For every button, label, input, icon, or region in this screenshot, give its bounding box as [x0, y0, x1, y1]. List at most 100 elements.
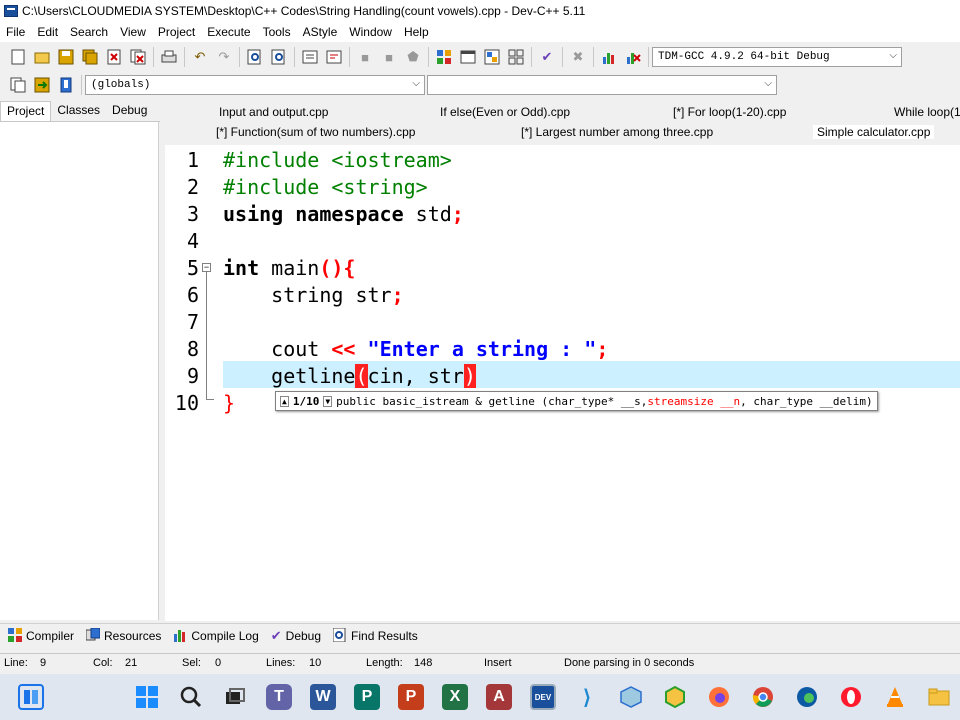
file-tab[interactable]: Input and output.cpp	[219, 105, 328, 119]
run-icon[interactable]	[458, 47, 478, 67]
opera-icon[interactable]	[838, 684, 864, 710]
publisher-icon[interactable]: P	[354, 684, 380, 710]
menu-project[interactable]: Project	[152, 25, 201, 39]
file-tab[interactable]: If else(Even or Odd).cpp	[440, 105, 570, 119]
menu-help[interactable]: Help	[398, 25, 435, 39]
rebuild-icon[interactable]	[506, 47, 526, 67]
word-icon[interactable]: W	[310, 684, 336, 710]
code-editor[interactable]: 1 2 3 4 5 6 7 8 9 10 − #include <iostrea…	[165, 145, 960, 621]
syntax-check-icon[interactable]: ✔	[537, 47, 557, 67]
replace-icon[interactable]	[269, 47, 289, 67]
bottom-panel-tabs: Compiler Resources Compile Log ✔ Debug Fi…	[0, 623, 960, 648]
menu-file[interactable]: File	[0, 25, 31, 39]
add-project-icon[interactable]: ■	[355, 47, 375, 67]
save-all-icon[interactable]	[80, 47, 100, 67]
vscode-icon[interactable]: ⟩	[574, 684, 600, 710]
chrome-icon[interactable]	[750, 684, 776, 710]
line-number: 6	[186, 283, 199, 307]
widgets-icon[interactable]	[18, 684, 44, 710]
edge-icon[interactable]	[794, 684, 820, 710]
file-tab[interactable]: While loop(1	[894, 105, 960, 119]
menu-tools[interactable]: Tools	[257, 25, 297, 39]
tab-debug[interactable]: Debug	[106, 101, 153, 121]
goto-declaration-icon[interactable]	[8, 75, 28, 95]
tab-project[interactable]: Project	[0, 101, 52, 121]
chevron-down-icon: ⌵	[412, 79, 420, 90]
goto-definition-icon[interactable]	[32, 75, 52, 95]
vlc-icon[interactable]	[882, 684, 908, 710]
hint-next-icon[interactable]: ▼	[323, 395, 333, 407]
symbol: }	[223, 391, 236, 415]
new-file-icon[interactable]	[8, 47, 28, 67]
file-tab[interactable]: [*] Function(sum of two numbers).cpp	[216, 125, 415, 139]
menu-search[interactable]: Search	[64, 25, 114, 39]
access-icon[interactable]: A	[486, 684, 512, 710]
symbol: ;	[596, 337, 609, 361]
search-icon[interactable]	[178, 684, 204, 710]
redo-icon[interactable]: ↷	[214, 47, 234, 67]
task-view-icon[interactable]	[222, 684, 248, 710]
tab-classes[interactable]: Classes	[51, 101, 106, 121]
line-number: 2	[186, 175, 199, 199]
hint-prev-icon[interactable]: ▲	[280, 395, 289, 407]
profile-delete-icon[interactable]	[623, 47, 643, 67]
tab-compiler[interactable]: Compiler	[0, 627, 80, 645]
identifier: string str	[271, 283, 392, 307]
compiler-select[interactable]: TDM-GCC 4.9.2 64-bit Debug ⌵	[652, 47, 902, 67]
tab-find-results[interactable]: Find Results	[327, 627, 424, 645]
menu-window[interactable]: Window	[343, 25, 398, 39]
line-number: 9	[186, 364, 199, 388]
menu-view[interactable]: View	[114, 25, 152, 39]
firefox-icon[interactable]	[706, 684, 732, 710]
teams-icon[interactable]: T	[266, 684, 292, 710]
remove-project-icon[interactable]: ■	[379, 47, 399, 67]
app-icon[interactable]	[662, 684, 688, 710]
class-toolbar: (globals) ⌵ ⌵	[0, 71, 960, 99]
fold-collapse-icon[interactable]: −	[202, 263, 211, 272]
unindent-icon[interactable]	[324, 47, 344, 67]
excel-icon[interactable]: X	[442, 684, 468, 710]
profile-icon[interactable]	[599, 47, 619, 67]
compile-run-icon[interactable]	[482, 47, 502, 67]
tab-resources[interactable]: Resources	[80, 627, 167, 645]
virtualbox-icon[interactable]	[618, 684, 644, 710]
tab-compile-log[interactable]: Compile Log	[167, 628, 264, 645]
project-options-icon[interactable]: ⬟	[403, 47, 423, 67]
title-bar: C:\Users\CLOUDMEDIA SYSTEM\Desktop\C++ C…	[0, 0, 960, 22]
project-tree[interactable]	[0, 122, 159, 620]
compile-icon[interactable]	[434, 47, 454, 67]
powerpoint-icon[interactable]: P	[398, 684, 424, 710]
bookmark-icon[interactable]	[56, 75, 76, 95]
file-tab[interactable]: [*] Largest number among three.cpp	[521, 125, 713, 139]
devcpp-app-icon	[4, 5, 18, 17]
symbol: (){	[319, 256, 356, 280]
print-icon[interactable]	[159, 47, 179, 67]
preprocessor: #include <iostream>	[223, 148, 452, 172]
devcpp-icon[interactable]: DEV	[530, 684, 556, 710]
open-icon[interactable]	[32, 47, 52, 67]
symbol-select[interactable]: ⌵	[427, 75, 777, 95]
close-file-icon[interactable]	[104, 47, 124, 67]
scope-select[interactable]: (globals) ⌵	[85, 75, 425, 95]
undo-icon[interactable]: ↶	[190, 47, 210, 67]
fold-end	[206, 399, 214, 400]
compiler-select-value: TDM-GCC 4.9.2 64-bit Debug	[658, 51, 830, 63]
line-number: 5	[186, 256, 199, 280]
code-line-3: using namespace std;	[223, 202, 464, 226]
indent-icon[interactable]	[300, 47, 320, 67]
close-all-icon[interactable]	[128, 47, 148, 67]
find-icon[interactable]	[245, 47, 265, 67]
save-icon[interactable]	[56, 47, 76, 67]
status-line-label: Line:	[4, 657, 28, 669]
tab-debug-bottom[interactable]: ✔ Debug	[265, 628, 327, 644]
main-toolbar: ↶ ↷ ■ ■ ⬟ ✔ ✖ TDM-GCC 4.9.2 64-bit Debug…	[0, 43, 960, 71]
code-line-5: int main(){	[223, 256, 355, 280]
menu-astyle[interactable]: AStyle	[297, 25, 344, 39]
menu-edit[interactable]: Edit	[31, 25, 64, 39]
start-icon[interactable]	[134, 684, 160, 710]
stop-icon[interactable]: ✖	[568, 47, 588, 67]
file-tab-active[interactable]: Simple calculator.cpp	[813, 125, 935, 139]
folder-icon[interactable]	[926, 684, 952, 710]
file-tab[interactable]: [*] For loop(1-20).cpp	[673, 105, 786, 119]
menu-execute[interactable]: Execute	[201, 25, 256, 39]
